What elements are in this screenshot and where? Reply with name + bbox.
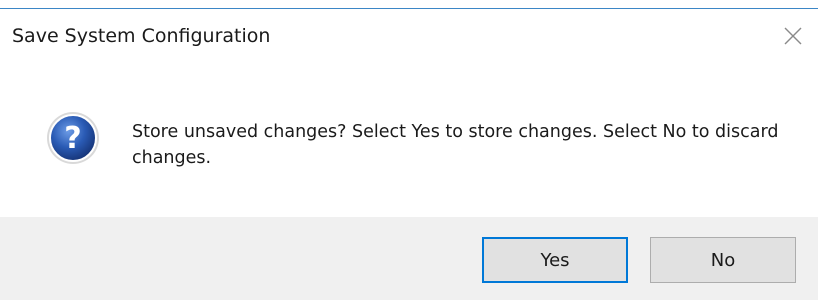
window-top-edge [0, 0, 818, 9]
no-button[interactable]: No [650, 237, 796, 283]
dialog-message: Store unsaved changes? Select Yes to sto… [132, 122, 779, 168]
yes-button[interactable]: Yes [482, 237, 628, 283]
question-icon: ? [45, 110, 101, 166]
save-dialog: Save System Configuration ? Store unsave… [0, 0, 818, 300]
close-icon[interactable] [781, 24, 805, 48]
dialog-title: Save System Configuration [12, 25, 271, 47]
svg-text:?: ? [64, 121, 81, 156]
